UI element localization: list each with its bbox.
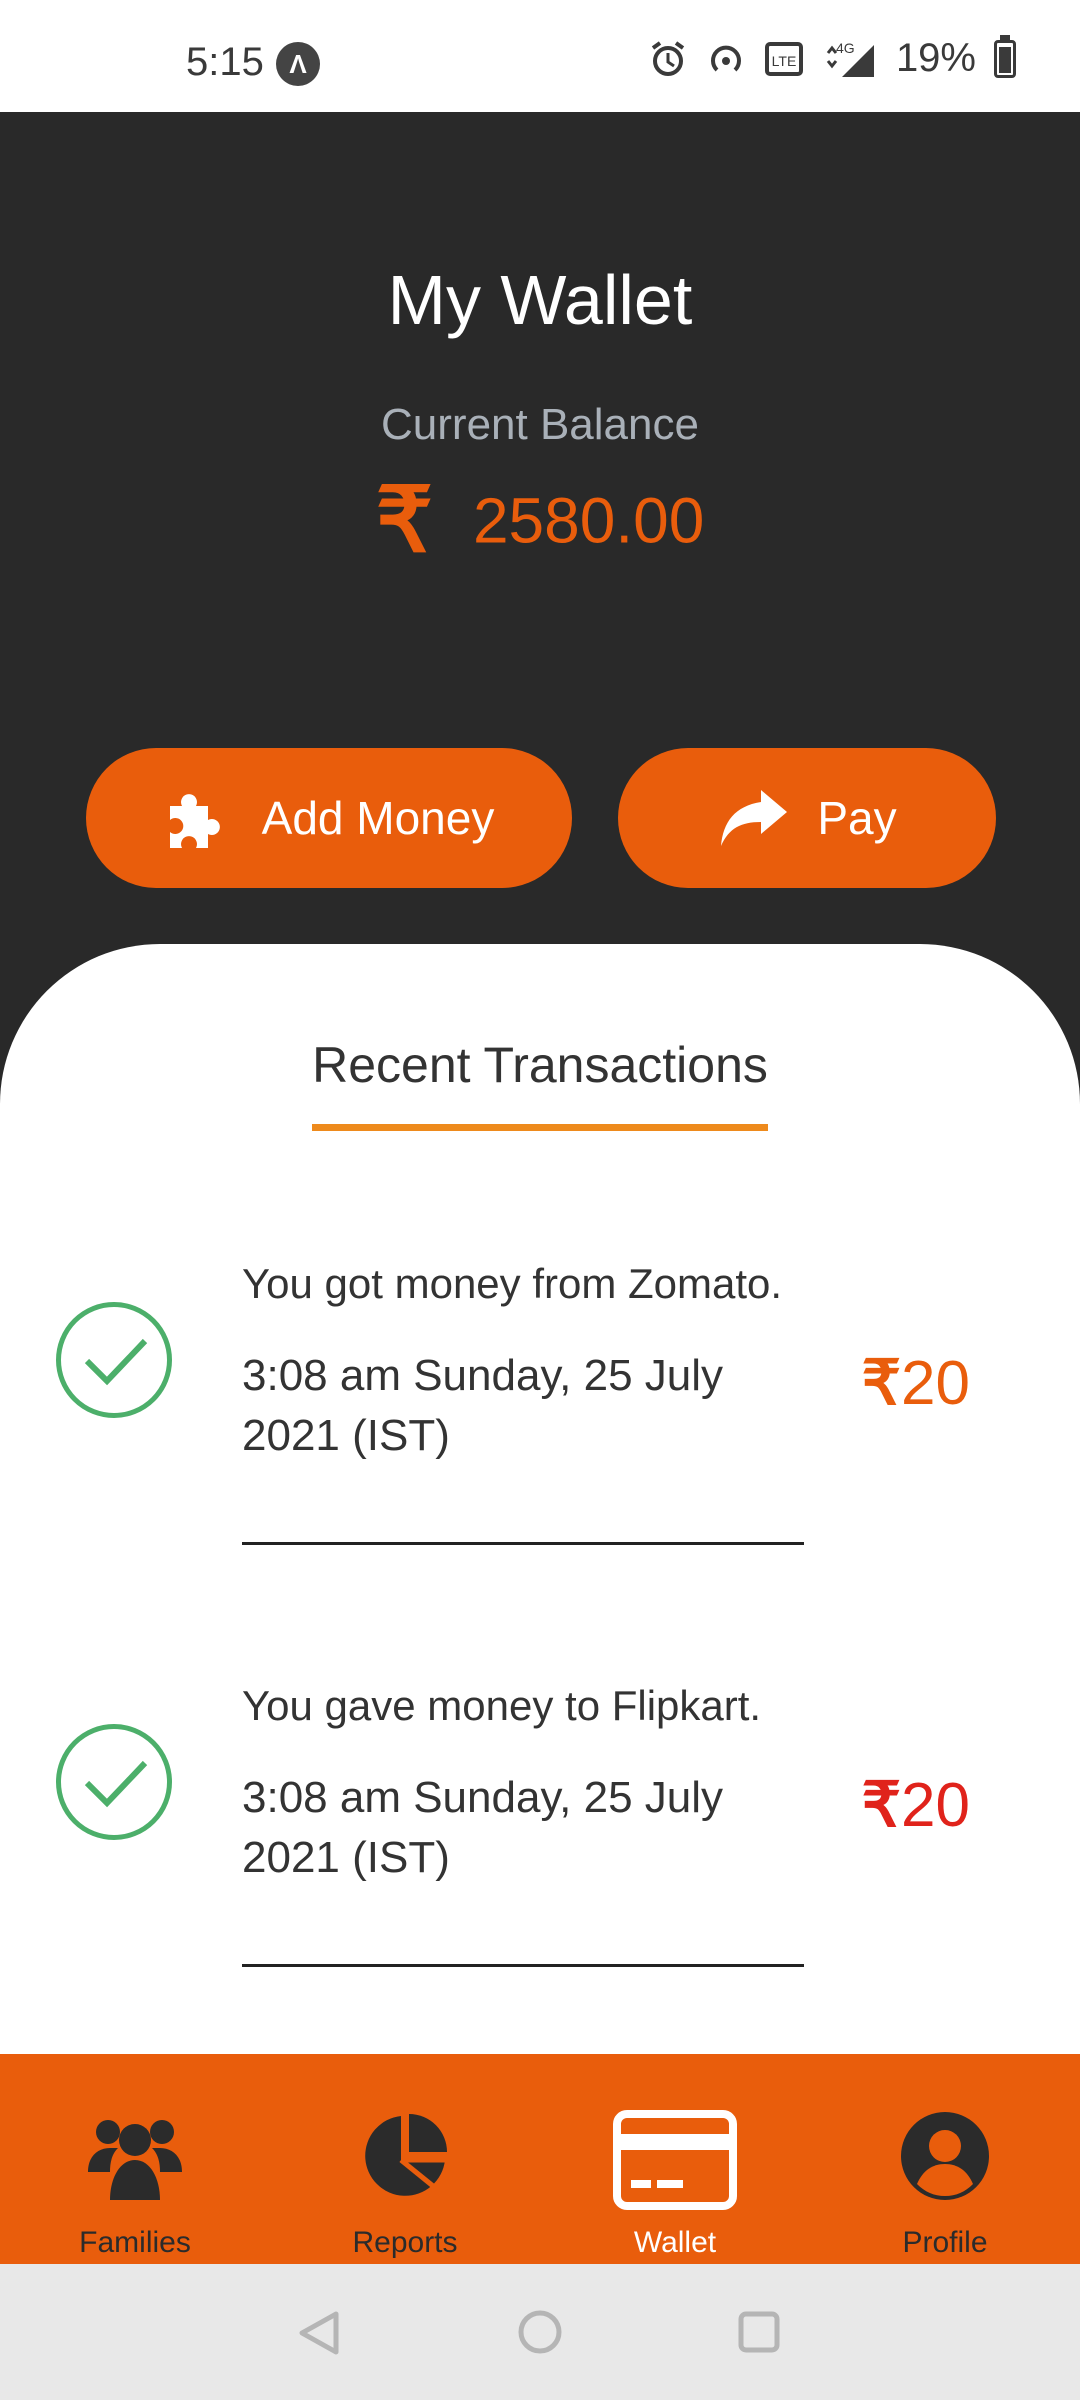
transactions-panel <box>0 944 1080 2064</box>
system-navigation-bar <box>0 2264 1080 2400</box>
pay-label: Pay <box>817 792 897 844</box>
alarm-icon <box>651 40 685 76</box>
profile-icon <box>901 2112 989 2200</box>
nav-wallet[interactable]: Wallet <box>540 2054 810 2264</box>
nav-label: Wallet <box>633 2226 717 2259</box>
balance-amount: 2580.00 <box>472 484 705 557</box>
recent-transactions-title: Recent Transactions <box>312 1037 768 1093</box>
battery-icon <box>994 34 1016 78</box>
balance-display: ₹2580.00 <box>0 468 1080 573</box>
nav-label: Families <box>79 2226 191 2259</box>
battery-percent: 19% <box>895 36 976 80</box>
transaction-timestamp: 3:08 am Sunday, 25 July 2021 (IST) <box>242 1351 724 1460</box>
transaction-amount: ₹20 <box>862 1346 970 1419</box>
pie-chart-icon <box>365 2114 447 2196</box>
hotspot-icon <box>711 45 741 71</box>
check-circle-icon <box>56 1302 172 1418</box>
nav-families[interactable]: Families <box>0 2054 270 2264</box>
signal-4g-icon: 4G <box>826 40 874 77</box>
rupee-icon: ₹ <box>861 1349 902 1418</box>
nav-label: Reports <box>352 2226 458 2259</box>
add-money-button[interactable]: Add Money <box>86 748 572 888</box>
bottom-navigation: Families Reports Wallet Profile <box>0 2054 1080 2264</box>
recents-icon[interactable] <box>737 2310 781 2354</box>
divider <box>242 1964 804 1967</box>
pay-button[interactable]: Pay <box>618 748 996 888</box>
volte-icon: LTE <box>764 41 803 76</box>
status-bar: 5:15 Λ LTE 4G 19% <box>0 0 1080 112</box>
check-circle-icon <box>56 1724 172 1840</box>
transaction-description: You gave money to Flipkart. <box>242 1682 762 1729</box>
share-arrow-icon <box>721 790 788 846</box>
title-underline <box>312 1124 768 1131</box>
page-title: My Wallet <box>387 261 693 339</box>
svg-text:LTE: LTE <box>772 53 797 69</box>
rupee-icon: ₹ <box>375 471 433 571</box>
back-icon[interactable] <box>296 2310 342 2356</box>
transaction-amount: ₹20 <box>862 1768 970 1841</box>
puzzle-icon <box>169 794 220 848</box>
balance-label: Current Balance <box>381 400 699 449</box>
transaction-timestamp: 3:08 am Sunday, 25 July 2021 (IST) <box>242 1773 724 1882</box>
add-money-label: Add Money <box>261 792 495 844</box>
amount-value: 20 <box>901 1771 970 1840</box>
nav-profile[interactable]: Profile <box>810 2054 1080 2264</box>
status-time: 5:15 <box>186 40 264 84</box>
app-notification-icon: Λ <box>276 42 320 86</box>
status-icons: LTE 4G 19% <box>648 34 1016 81</box>
wallet-card-icon <box>613 2110 737 2210</box>
svg-text:4G: 4G <box>836 40 855 56</box>
amount-value: 20 <box>901 1349 970 1418</box>
transaction-description: You got money from Zomato. <box>242 1260 783 1307</box>
families-icon <box>88 2120 182 2200</box>
nav-reports[interactable]: Reports <box>270 2054 540 2264</box>
home-icon[interactable] <box>516 2308 564 2356</box>
rupee-icon: ₹ <box>861 1771 902 1840</box>
nav-label: Profile <box>902 2226 988 2259</box>
divider <box>242 1542 804 1545</box>
